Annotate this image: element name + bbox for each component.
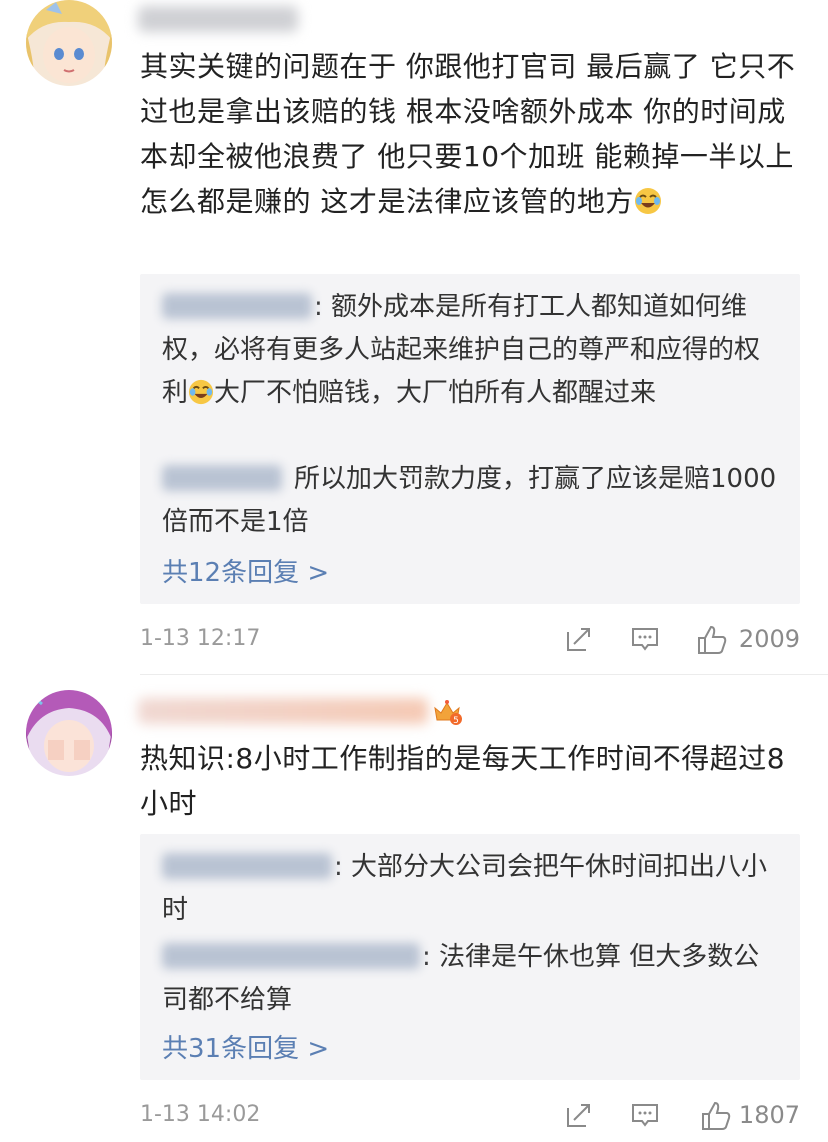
more-replies-link[interactable]: 共31条回复 >	[162, 1032, 329, 1066]
like-icon[interactable]	[700, 1100, 731, 1130]
laugh-cry-emoji-icon	[634, 183, 662, 214]
username-blurred[interactable]	[138, 698, 428, 724]
share-icon[interactable]	[564, 1100, 594, 1130]
reply-username-blurred[interactable]	[162, 943, 420, 969]
reply-2[interactable]: 所以加大罚款力度，打赢了应该是赔1000倍而不是1倍	[162, 458, 778, 544]
reply-username-blurred[interactable]	[162, 853, 332, 879]
like-count: 2009	[738, 625, 800, 653]
reply-box: : 额外成本是所有打工人都知道如何维权，必将有更多人站起来维护自己的尊严和应得的…	[140, 274, 800, 604]
vip-crown-icon[interactable]: 5	[432, 698, 462, 726]
comment-icon[interactable]	[630, 624, 660, 654]
comment-meta: 1-13 14:02 1807	[140, 1100, 800, 1130]
like-icon[interactable]	[696, 624, 727, 654]
reply-1[interactable]: : 额外成本是所有打工人都知道如何维权，必将有更多人站起来维护自己的尊严和应得的…	[162, 286, 778, 415]
comment-text-content: 其实关键的问题在于 你跟他打官司 最后赢了 它只不过也是拿出该赔的钱 根本没啥额…	[140, 50, 796, 218]
avatar[interactable]	[26, 0, 112, 86]
reply-2[interactable]: : 法律是午休也算 但大多数公司都不给算	[162, 936, 778, 1022]
reply-username-blurred[interactable]	[162, 465, 282, 491]
comment-text-content: 热知识:8小时工作制指的是每天工作时间不得超过8小时	[140, 742, 786, 820]
comment-text: 其实关键的问题在于 你跟他打官司 最后赢了 它只不过也是拿出该赔的钱 根本没啥额…	[140, 44, 812, 224]
comment-icon[interactable]	[630, 1100, 660, 1130]
comment-time: 1-13 12:17	[140, 626, 261, 651]
comment-time: 1-13 14:02	[140, 1102, 261, 1127]
divider	[140, 674, 828, 675]
reply-text-continued: 大厂不怕赔钱，大厂怕所有人都醒过来	[214, 378, 657, 408]
more-replies-link[interactable]: 共12条回复 >	[162, 556, 329, 590]
comment-meta: 1-13 12:17 2009	[140, 624, 800, 654]
username-blurred[interactable]	[138, 6, 298, 32]
laugh-cry-emoji-icon	[188, 376, 214, 405]
reply-username-blurred[interactable]	[162, 293, 312, 319]
avatar[interactable]	[26, 690, 112, 776]
reply-1[interactable]: : 大部分大公司会把午休时间扣出八小时	[162, 846, 778, 932]
like-count: 1807	[738, 1101, 800, 1129]
reply-box: : 大部分大公司会把午休时间扣出八小时 : 法律是午休也算 但大多数公司都不给算…	[140, 834, 800, 1080]
share-icon[interactable]	[564, 624, 594, 654]
comment-text: 热知识:8小时工作制指的是每天工作时间不得超过8小时	[140, 736, 812, 826]
svg-text:5: 5	[453, 716, 459, 726]
